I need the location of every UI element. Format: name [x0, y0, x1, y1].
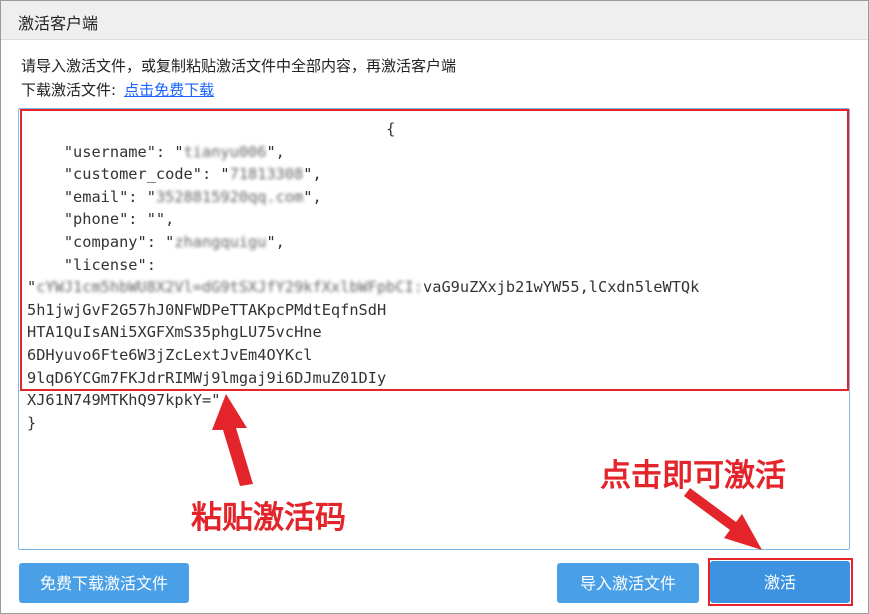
title-bar: 激活客户端	[1, 1, 868, 40]
code-key-company: "company": "	[27, 232, 175, 251]
license-content: { "username": "tianyu006", "customer_cod…	[27, 118, 849, 434]
code-license-blurred: cYWJ1cm5hbWU8X2Vl=dG9tSXJfY29kfXxlbWFpbC…	[36, 278, 424, 297]
instruction-text: 请导入激活文件，或复制粘贴激活文件中全部内容，再激活客户端	[21, 57, 457, 75]
code-line-brace-close: }	[27, 413, 37, 432]
window-title: 激活客户端	[18, 14, 99, 33]
code-punct: ",	[303, 165, 322, 184]
code-key-license: "license":	[27, 255, 156, 274]
code-quote: "	[27, 278, 37, 297]
code-key-email: "email": "	[27, 187, 156, 206]
code-punct: ",	[303, 187, 322, 206]
download-row: 下载激活文件: 点击免费下载	[21, 79, 214, 100]
code-license-part: 6DHyuvo6Fte6W3jZcLextJvEm4OYKcl	[27, 345, 313, 364]
code-license-part: 9lqD6YCGm7FKJdrRIMWj9lmgaj9i6DJmuZ01DIy	[27, 368, 387, 387]
code-value-company: zhangquigu	[174, 232, 267, 251]
code-line-brace-open: {	[27, 120, 396, 138]
code-license-part: vaG9uZXxjb21wYW55,lCxdn5leWTQk	[423, 278, 700, 297]
code-value-customer-code: 71813308	[229, 165, 304, 184]
free-download-link[interactable]: 点击免费下载	[124, 81, 214, 99]
code-line-phone: "phone": "",	[27, 210, 175, 229]
code-license-part: HTA1QuIsANi5XGFXmS35phgLU75vcHne	[27, 323, 322, 342]
code-punct: ",	[266, 142, 285, 161]
click-annotation: 点击即可激活	[600, 458, 786, 494]
code-value-username: tianyu006	[183, 142, 267, 161]
code-key-username: "username": "	[27, 142, 184, 161]
code-value-email: 3528815920qq.com	[155, 187, 304, 206]
activate-button[interactable]: 激活	[710, 561, 850, 603]
download-label: 下载激活文件:	[21, 81, 117, 99]
paste-annotation: 粘贴激活码	[191, 500, 346, 536]
code-license-part: XJ61N749MTKhQ97kpkY="	[27, 391, 221, 410]
import-file-button[interactable]: 导入激活文件	[557, 563, 699, 603]
code-key-customer-code: "customer_code": "	[27, 165, 230, 184]
free-download-button[interactable]: 免费下载激活文件	[19, 563, 189, 603]
code-punct: ",	[266, 232, 285, 251]
code-license-part: 5h1jwjGvF2G57hJ0NFWDPeTTAKpcPMdtEqfnSdH	[27, 300, 387, 319]
